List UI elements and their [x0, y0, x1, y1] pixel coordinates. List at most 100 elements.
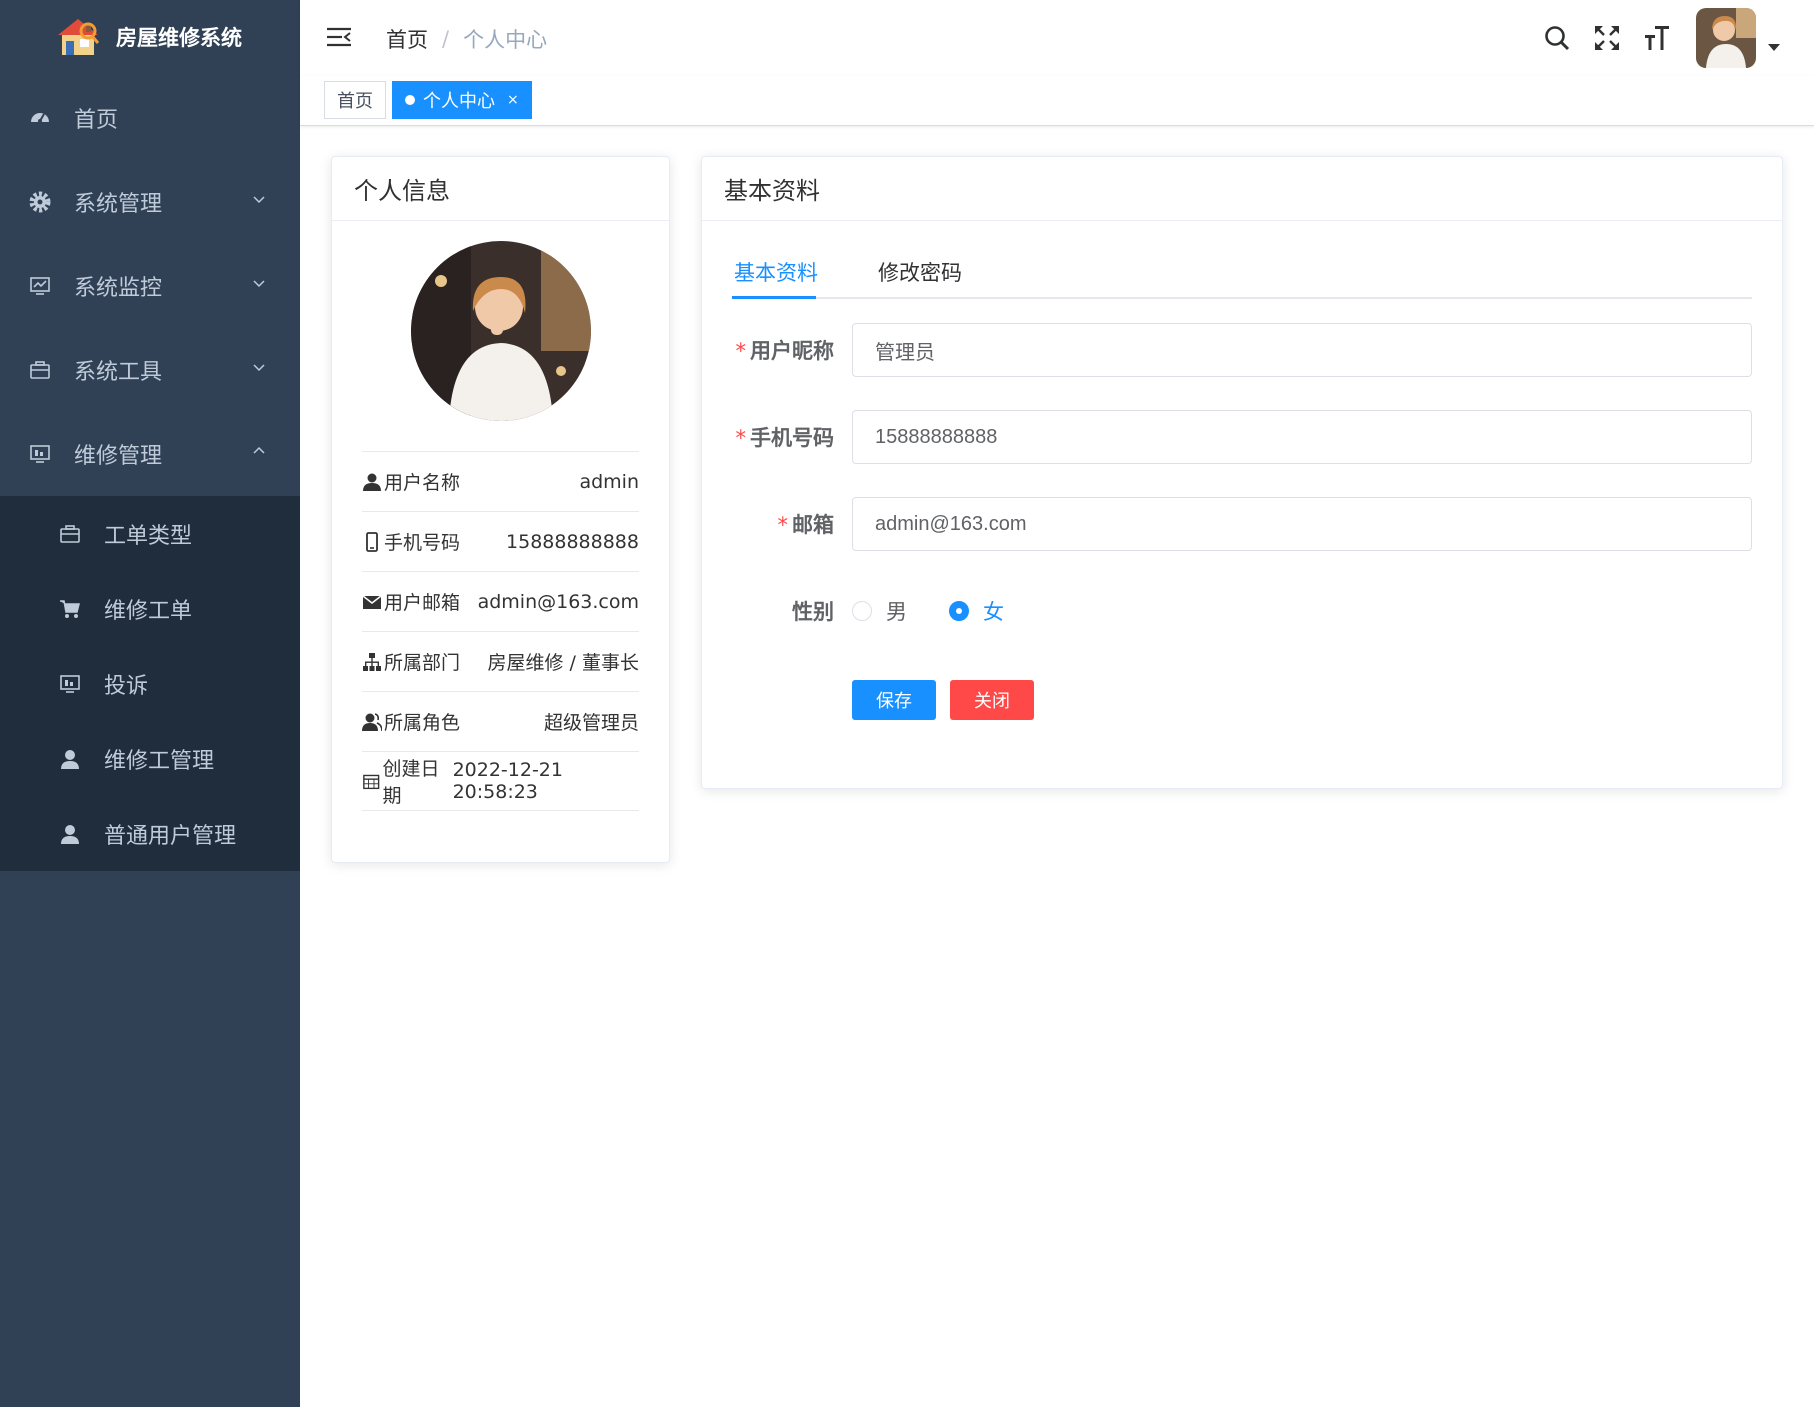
org-tree-icon	[363, 652, 381, 671]
radio-label: 女	[983, 600, 1004, 624]
email-label: 邮箱	[792, 513, 834, 537]
tab-basic-info[interactable]: 基本资料	[734, 257, 818, 287]
sidebar-item-repairman-management[interactable]: 维修工管理	[0, 721, 300, 796]
profile-info-list: 用户名称 admin 手机号码 15888888888 用户邮箱 admin@1…	[362, 451, 639, 811]
cart-icon	[58, 597, 82, 621]
app-title: 房屋维修系统	[116, 26, 242, 50]
fullscreen-button[interactable]	[1582, 13, 1632, 63]
sidebar-item-label: 工单类型	[104, 523, 193, 549]
required-mark: *	[777, 513, 789, 537]
tag-label: 首页	[337, 91, 373, 112]
required-mark: *	[735, 426, 747, 450]
user-icon	[58, 747, 82, 771]
sidebar-item-system-tools[interactable]: 系统工具	[0, 328, 300, 412]
info-label-text: 所属角色	[384, 712, 461, 734]
monitor-icon	[28, 442, 52, 466]
breadcrumb-separator: /	[442, 27, 450, 51]
chevron-down-icon	[253, 196, 265, 204]
info-row-department: 所属部门 房屋维修 / 董事长	[362, 631, 639, 691]
profile-card: 个人信息 用户名称 admin 手机号码 15888888888 用户邮箱 ad…	[331, 156, 670, 863]
sidebar-item-system-monitor[interactable]: 系统监控	[0, 244, 300, 328]
font-size-icon	[1645, 26, 1669, 50]
logo[interactable]: 房屋维修系统	[0, 0, 300, 74]
phone-input[interactable]: 15888888888	[852, 410, 1752, 464]
info-label-text: 用户名称	[384, 472, 461, 494]
form-row-gender: 性别 男 女	[732, 584, 1752, 638]
chevron-up-icon	[253, 446, 265, 454]
sidebar-item-complaints[interactable]: 投诉	[0, 646, 300, 721]
sidebar-item-label: 首页	[74, 108, 119, 133]
info-label-text: 所属部门	[384, 652, 461, 674]
sidebar-item-repair-management[interactable]: 维修管理	[0, 412, 300, 496]
radio-circle	[949, 601, 969, 621]
info-row-username: 用户名称 admin	[362, 451, 639, 511]
profile-avatar[interactable]	[410, 241, 591, 421]
avatar-dropdown-caret[interactable]	[1768, 43, 1780, 51]
info-label-text: 手机号码	[384, 532, 461, 554]
radio-circle	[852, 601, 872, 621]
sidebar-item-label: 系统工具	[74, 360, 163, 385]
tab-change-password[interactable]: 修改密码	[878, 257, 962, 287]
tags-view: 首页 个人中心 ×	[300, 76, 1814, 126]
search-icon	[1545, 26, 1570, 51]
sidebar-item-system-management[interactable]: 系统管理	[0, 160, 300, 244]
sidebar-item-repair-orders[interactable]: 维修工单	[0, 571, 300, 646]
info-row-role: 所属角色 超级管理员	[362, 691, 639, 751]
chevron-down-icon	[253, 364, 265, 372]
sidebar-item-user-management[interactable]: 普通用户管理	[0, 796, 300, 871]
tag-home[interactable]: 首页	[324, 81, 386, 119]
basic-info-card: 基本资料 基本资料 修改密码 * 用户昵称 管理员 * 手机号码 158888888…	[701, 156, 1783, 789]
info-row-phone: 手机号码 15888888888	[362, 511, 639, 571]
gear-icon	[28, 190, 52, 214]
nickname-input[interactable]: 管理员	[852, 323, 1752, 377]
info-value: admin	[579, 470, 639, 493]
email-input[interactable]: admin@163.com	[852, 497, 1752, 551]
sidebar-item-label: 系统监控	[74, 276, 163, 301]
info-value: admin@163.com	[477, 590, 639, 613]
sidebar-item-label: 维修工管理	[104, 748, 215, 774]
tag-label: 个人中心	[423, 91, 495, 112]
info-value: 房屋维修 / 董事长	[487, 652, 639, 674]
info-label-text: 创建日期	[382, 758, 440, 807]
tabs: 基本资料 修改密码	[732, 241, 1752, 299]
header-tools	[1532, 0, 1814, 76]
save-button[interactable]: 保存	[852, 680, 936, 720]
close-icon[interactable]: ×	[507, 92, 519, 108]
search-button[interactable]	[1532, 13, 1582, 63]
breadcrumb-current: 个人中心	[463, 28, 548, 52]
form-row-phone: * 手机号码 15888888888	[732, 410, 1752, 464]
info-value: 2022-12-21 20:58:23	[452, 759, 563, 803]
sidebar-item-work-order-type[interactable]: 工单类型	[0, 496, 300, 571]
info-value: 超级管理员	[543, 712, 639, 734]
tab-active-bar	[732, 296, 816, 299]
monitor-icon	[28, 274, 52, 298]
hamburger-icon[interactable]	[326, 24, 352, 50]
toolbox-icon	[28, 358, 52, 382]
toolbox-icon	[58, 522, 82, 546]
gender-male-radio[interactable]: 男	[852, 596, 907, 626]
sidebar: 房屋维修系统 首页 系统管理 系统监控 系统工具 维修管理 工单类型 维修工单 …	[0, 0, 300, 1407]
navbar: 首页 / 个人中心	[300, 0, 1814, 76]
sidebar-item-label: 系统管理	[74, 192, 163, 217]
required-mark: *	[735, 339, 747, 363]
form-row-actions: 保存 关闭	[732, 673, 1752, 727]
form-row-nickname: * 用户昵称 管理员	[732, 323, 1752, 377]
font-size-button[interactable]	[1632, 13, 1682, 63]
chevron-down-icon	[253, 280, 265, 288]
user-icon	[363, 473, 381, 491]
info-value: 15888888888	[506, 530, 639, 553]
gender-radio-group: 男 女	[852, 596, 1046, 626]
user-avatar[interactable]	[1696, 8, 1756, 68]
email-icon	[362, 594, 382, 609]
info-label-text: 用户邮箱	[384, 592, 461, 614]
breadcrumb: 首页 / 个人中心	[386, 24, 547, 54]
info-row-created: 创建日期 2022-12-21 20:58:23	[362, 751, 639, 811]
breadcrumb-home[interactable]: 首页	[386, 24, 428, 54]
close-button[interactable]: 关闭	[950, 680, 1034, 720]
tag-profile[interactable]: 个人中心 ×	[392, 81, 532, 119]
form-row-email: * 邮箱 admin@163.com	[732, 497, 1752, 551]
sidebar-item-home[interactable]: 首页	[0, 76, 300, 160]
house-logo-icon	[54, 15, 102, 59]
gender-female-radio[interactable]: 女	[949, 596, 1004, 626]
user-icon	[58, 822, 82, 846]
